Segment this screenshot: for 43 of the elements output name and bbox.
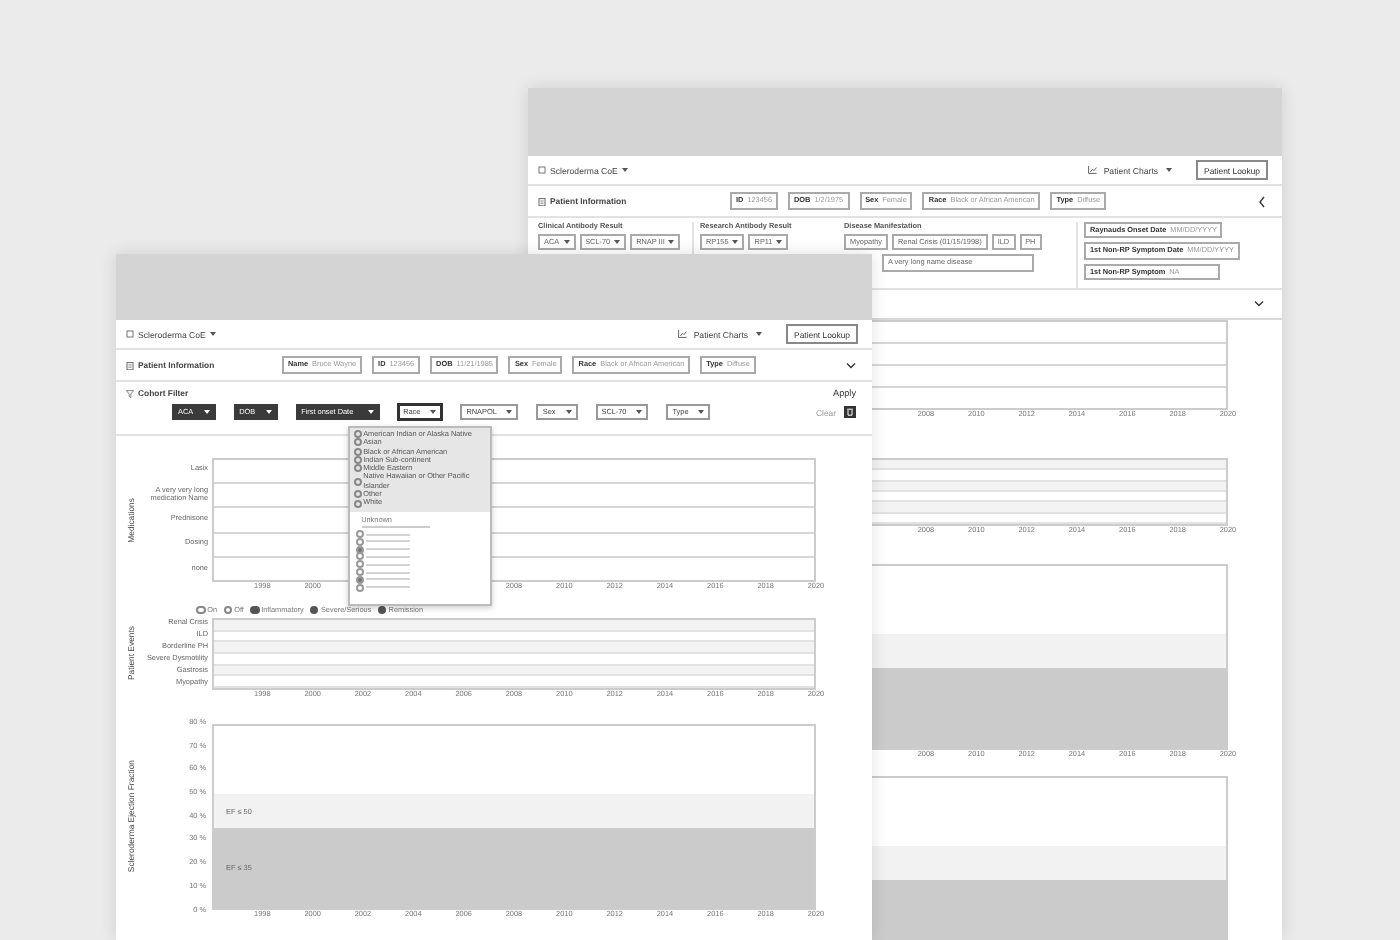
checkbox[interactable] [355,530,364,539]
chart-icon [677,330,688,338]
caret-icon [430,410,437,414]
blurred-text-line [365,571,410,574]
filter-icon [126,389,134,397]
app-icon [126,330,134,338]
caret-icon [563,240,570,245]
caret-icon [614,240,621,245]
checkbox[interactable] [355,537,364,546]
blurred-text-line [365,563,410,566]
chevron-down-icon[interactable] [846,361,856,369]
caret-icon [565,410,572,414]
caret-icon [203,410,210,414]
caret-icon [367,410,374,414]
chart-icon [1087,166,1098,174]
caret-icon [209,332,216,336]
chevron-down-icon[interactable] [1254,300,1264,308]
checkbox[interactable] [355,545,364,554]
caret-icon [776,240,783,245]
blurred-text-line [365,540,410,543]
blurred-text-line [365,533,410,536]
blurred-text-line [365,578,410,581]
blurred-text-line [365,586,410,589]
caret-icon [756,332,763,336]
caret-icon [1166,168,1173,172]
checkbox[interactable] [355,575,364,584]
caret-icon [506,410,513,414]
document-icon [126,361,134,369]
caret-icon [265,410,272,414]
caret-icon [668,240,675,245]
caret-icon [636,410,643,414]
document-icon [538,197,546,205]
caret-icon [732,240,739,245]
checkbox[interactable] [355,583,364,592]
app-icon [538,166,546,174]
caret-icon [698,410,705,414]
checkbox[interactable] [355,552,364,561]
chevron-left-icon[interactable] [1258,195,1266,207]
blurred-text-line [365,555,410,558]
blurred-text-line [365,548,410,551]
trash-icon[interactable] [844,406,856,418]
caret-icon [621,168,628,172]
checkbox[interactable] [355,560,364,569]
